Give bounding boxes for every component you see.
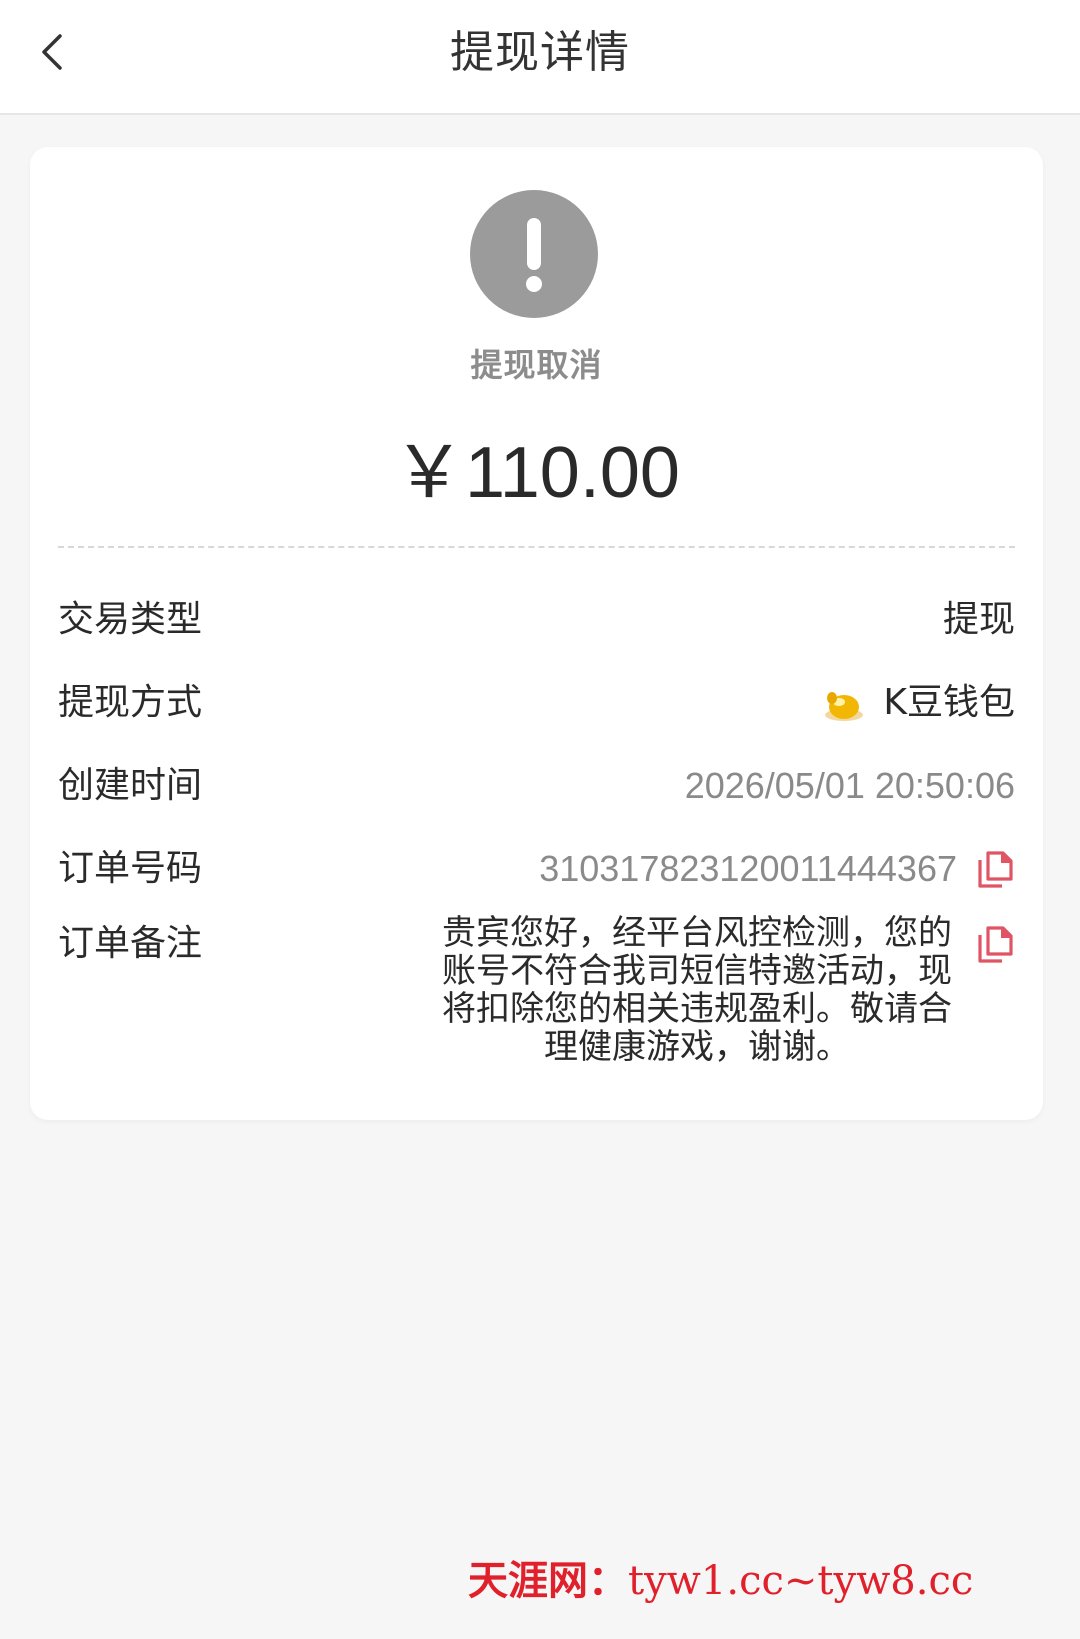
order-number-label: 订单号码 [58,848,203,889]
detail-row-created-time: 创建时间 2026/05/01 20:50:06 [58,756,1015,816]
watermark: 天涯网：tyw1.cc~tyw8.cc [468,1548,973,1606]
created-time-value: 2026/05/01 20:50:06 [684,765,1015,806]
page-title: 提现详情 [450,27,630,78]
watermark-url: tyw1.cc~tyw8.cc [628,1558,974,1604]
exclamation-icon [470,190,598,318]
order-remark-label: 订单备注 [58,923,203,964]
withdraw-detail-card: 提现取消 ￥110.00 交易类型 提现 提现方式 K豆钱包 创建时间 2026… [30,147,1043,1120]
withdraw-method-label: 提现方式 [58,682,203,723]
detail-row-order-number: 订单号码 310317823120011444367 [58,839,1015,899]
detail-row-order-remark: 订单备注 贵宾您好，经平台风控检测，您的账号不符合我司短信特邀活动，现将扣除您的… [58,914,1015,1084]
withdraw-method-value-wrap: K豆钱包 [823,673,1015,733]
status-label: 提现取消 [470,346,603,384]
created-time-label: 创建时间 [58,765,203,806]
top-navigation-bar: 提现详情 [0,0,1080,115]
order-remark-value: 贵宾您好，经平台风控检测，您的账号不符合我司短信特邀活动，现将扣除您的相关违规盈… [442,913,952,1067]
withdraw-method-value: K豆钱包 [883,682,1015,723]
transaction-type-value: 提现 [942,599,1015,640]
gold-bean-icon [825,692,864,721]
detail-row-withdraw-method: 提现方式 K豆钱包 [58,673,1015,733]
dashed-divider [58,546,1015,548]
transaction-type-label: 交易类型 [58,599,203,640]
copy-icon[interactable] [975,924,1015,964]
order-number-value: 310317823120011444367 [539,848,957,889]
copy-icon[interactable] [975,849,1015,889]
watermark-name: 天涯网： [468,1557,628,1604]
withdraw-amount: ￥110.00 [393,433,680,513]
detail-row-transaction-type: 交易类型 提现 [58,590,1015,650]
